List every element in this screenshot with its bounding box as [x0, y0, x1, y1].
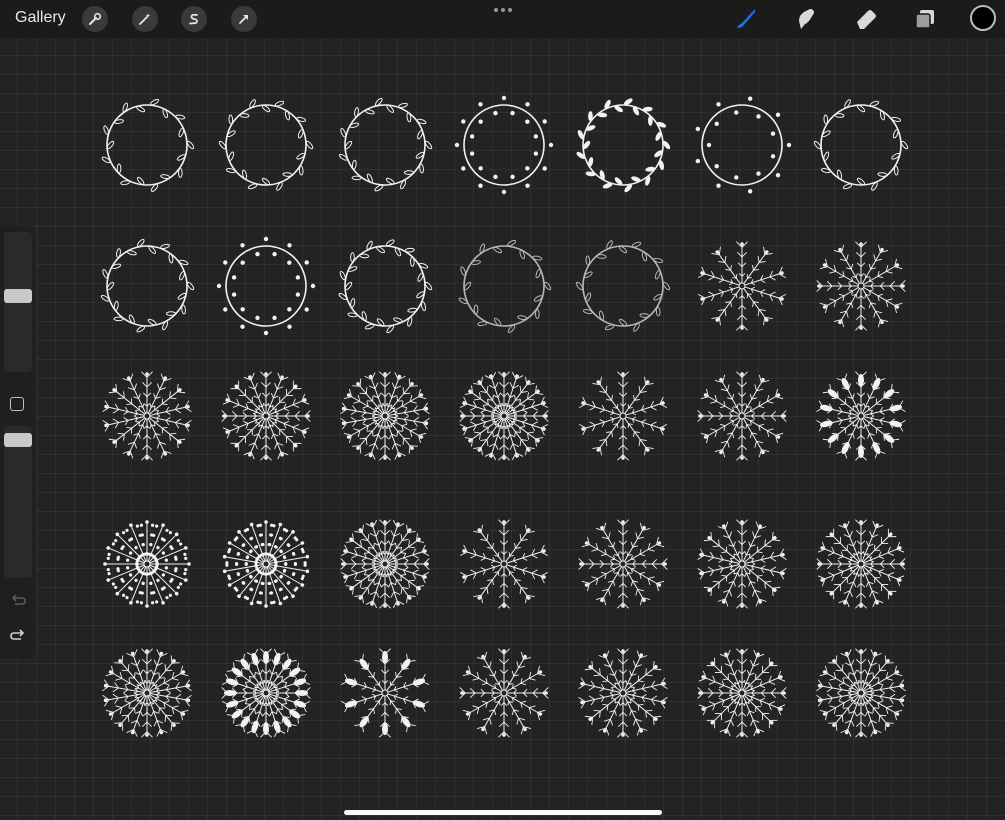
motif-wreath-bold-leaf: [576, 98, 671, 193]
motif-wreath-berry: [454, 95, 554, 195]
motif-wreath-sprig-berry: [216, 236, 316, 336]
motif-mandala-fine-fern: [459, 648, 549, 738]
motif-mandala-flower-ring: [221, 371, 311, 461]
motif-wreath-leafy-loose: [101, 98, 195, 192]
top-toolbar: Gallery: [0, 0, 1005, 38]
motif-wreath-floral-sketch: [458, 239, 552, 333]
eraser-tool-button[interactable]: [852, 5, 880, 33]
adjustments-wand-icon: [139, 13, 151, 25]
brush-size-slider[interactable]: [4, 232, 32, 372]
brush-tool-button[interactable]: [732, 5, 760, 33]
canvas-artwork[interactable]: [90, 88, 930, 753]
motif-wreath-leaf-sprig: [218, 99, 314, 191]
motif-wreath-thin-leaf: [813, 99, 909, 191]
layers-icon: [915, 10, 934, 29]
smudge-tool-button[interactable]: [792, 5, 820, 33]
actions-wrench-button[interactable]: [82, 6, 108, 32]
motif-mandala-leaf-cross: [816, 648, 906, 738]
color-swatch[interactable]: [970, 5, 996, 31]
motif-mandala-lace: [816, 519, 906, 609]
motif-wreath-fern: [100, 238, 195, 333]
undo-icon[interactable]: [9, 591, 27, 609]
motif-mandala-curl-ring: [697, 648, 787, 738]
brush-size-slider-thumb[interactable]: [4, 289, 32, 303]
selection-button[interactable]: [181, 6, 207, 32]
eraser-icon: [857, 10, 876, 29]
motif-mandala-spoke-leaf: [578, 371, 668, 461]
motif-mandala-flower-scallop: [697, 519, 787, 609]
motif-mandala-petal-dense: [221, 648, 311, 738]
motif-wreath-dot-berry: [695, 96, 792, 194]
opacity-slider[interactable]: [4, 426, 32, 578]
wrench-icon: [89, 12, 102, 25]
motif-mandala-eucalyptus: [340, 371, 430, 461]
smudge-icon: [799, 9, 814, 29]
left-sidebar: [0, 226, 36, 658]
motif-mandala-fine-spoke: [578, 519, 668, 609]
motif-mandala-dot-ring: [103, 520, 191, 608]
motif-mandala-dense-fern: [697, 371, 787, 461]
adjustments-button[interactable]: [132, 6, 158, 32]
motif-mandala-bold-leaf: [340, 648, 430, 738]
motif-mandala-big-leaf: [816, 371, 906, 461]
motif-mandala-sprig-star: [459, 519, 549, 609]
more-options-icon[interactable]: [490, 4, 516, 16]
layers-button[interactable]: [911, 5, 939, 33]
brush-icon: [737, 9, 756, 28]
selection-s-icon: [189, 13, 198, 25]
transform-button[interactable]: [231, 6, 257, 32]
opacity-slider-thumb[interactable]: [4, 433, 32, 447]
motif-mandala-leaf-chevron: [816, 241, 906, 331]
motif-wreath-dense-leaf: [338, 97, 433, 192]
motif-mandala-burst-leaf: [340, 519, 430, 609]
motif-mandala-fern-cross: [102, 648, 192, 738]
motif-mandala-snowflake-fern: [459, 371, 549, 461]
motif-wreath-floral-dense: [575, 240, 671, 332]
motif-mandala-chevron-star: [578, 648, 668, 738]
redo-icon[interactable]: [9, 626, 27, 644]
gallery-button[interactable]: Gallery: [15, 9, 66, 27]
home-indicator: [344, 810, 662, 815]
motif-wreath-fern-open: [338, 239, 433, 334]
motif-mandala-swirl: [102, 371, 192, 461]
motif-mandala-fern-radial: [697, 241, 787, 331]
transform-arrow-icon: [239, 15, 248, 24]
motif-mandala-berry-cluster: [222, 520, 310, 608]
modify-button[interactable]: [10, 397, 24, 411]
